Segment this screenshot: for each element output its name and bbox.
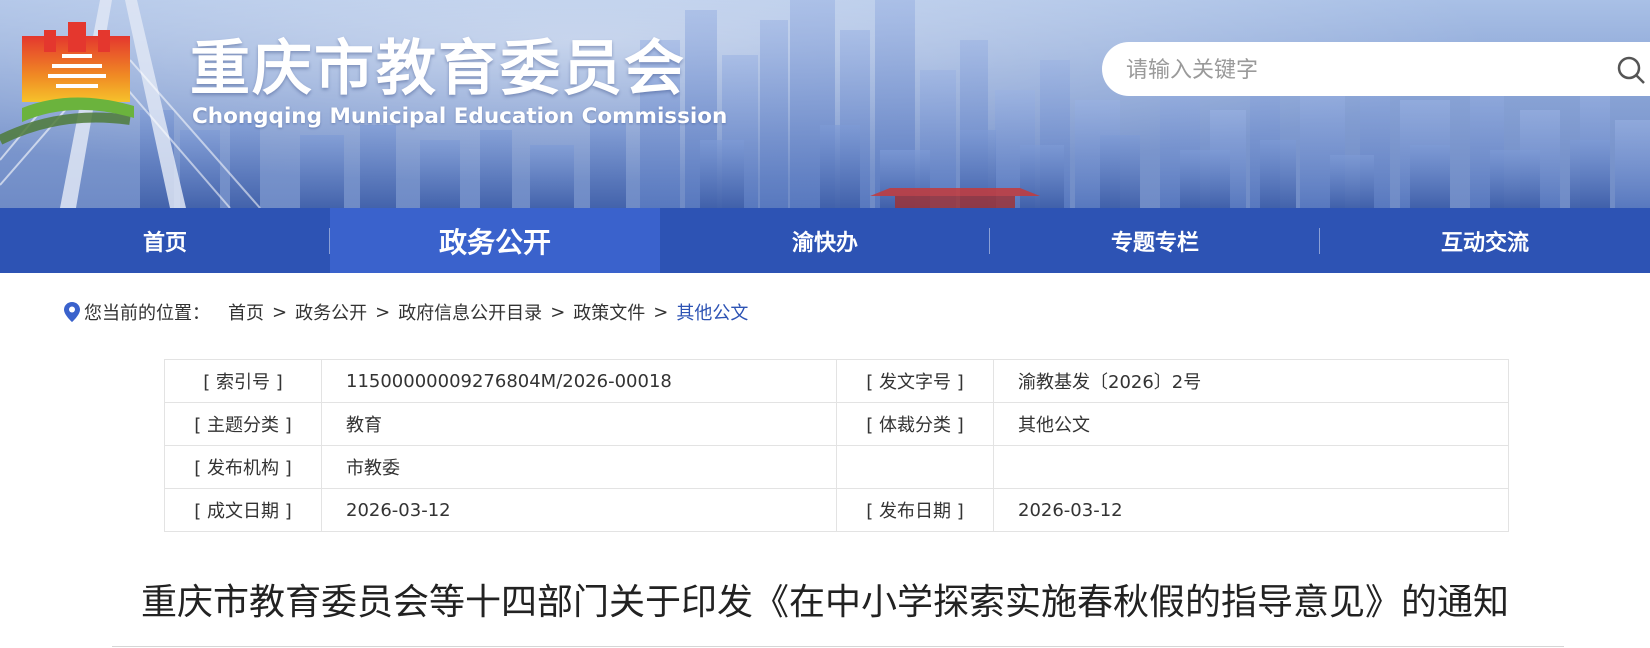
site-title: 重庆市教育委员会 bbox=[190, 34, 686, 104]
meta-value: 市教委 bbox=[321, 445, 837, 489]
meta-label: [ 主题分类 ] bbox=[164, 402, 322, 446]
breadcrumb-separator: > bbox=[653, 301, 669, 323]
nav-item-label: 首页 bbox=[142, 230, 187, 256]
meta-value: 2026-03-12 bbox=[321, 488, 837, 532]
search-input[interactable] bbox=[1124, 42, 1598, 98]
table-row: [ 成文日期 ] 2026-03-12 [ 发布日期 ] 2026-03-12 bbox=[164, 488, 1509, 532]
nav-item-label: 专题专栏 bbox=[1110, 230, 1199, 256]
meta-label: [ 发文字号 ] bbox=[836, 359, 994, 403]
article-title: 重庆市教育委员会等十四部门关于印发《在中小学探索实施春秋假的指导意见》的通知 bbox=[140, 582, 1509, 623]
table-row: [ 发布机构 ] 市教委 bbox=[164, 445, 1509, 489]
meta-value bbox=[993, 445, 1509, 489]
header-banner: 重庆市教育委员会 Chongqing Municipal Education C… bbox=[0, 0, 1650, 208]
meta-value: 11500000009276804M/2026-00018 bbox=[321, 359, 837, 403]
document-meta-table: [ 索引号 ] 11500000009276804M/2026-00018 [ … bbox=[164, 359, 1509, 532]
nav-item-home[interactable]: 首页 bbox=[0, 208, 330, 273]
breadcrumb-link-policy-documents[interactable]: 政策文件 bbox=[573, 299, 645, 325]
title-divider bbox=[112, 646, 1564, 647]
main-nav: 首页 政务公开 渝快办 专题专栏 互动交流 bbox=[0, 208, 1650, 273]
meta-label bbox=[836, 445, 994, 489]
table-row: [ 主题分类 ] 教育 [ 体裁分类 ] 其他公文 bbox=[164, 402, 1509, 446]
emblem-logo-icon bbox=[22, 22, 134, 122]
location-pin-icon bbox=[64, 302, 80, 322]
breadcrumb: 您当前的位置： 首页 > 政务公开 > 政府信息公开目录 > 政策文件 > 其他… bbox=[64, 297, 748, 327]
breadcrumb-separator: > bbox=[375, 301, 391, 323]
breadcrumb-separator: > bbox=[550, 301, 566, 323]
meta-value: 其他公文 bbox=[993, 402, 1509, 446]
nav-item-label: 政务公开 bbox=[438, 225, 551, 259]
nav-item-government-affairs[interactable]: 政务公开 bbox=[330, 208, 660, 273]
meta-label: [ 体裁分类 ] bbox=[836, 402, 994, 446]
breadcrumb-link-home[interactable]: 首页 bbox=[228, 299, 264, 325]
nav-item-interaction[interactable]: 互动交流 bbox=[1320, 208, 1650, 273]
meta-label: [ 发布机构 ] bbox=[164, 445, 322, 489]
breadcrumb-link-info-directory[interactable]: 政府信息公开目录 bbox=[398, 299, 542, 325]
site-title-english: Chongqing Municipal Education Commission bbox=[192, 104, 728, 129]
breadcrumb-link-government-affairs[interactable]: 政务公开 bbox=[295, 299, 367, 325]
meta-value: 2026-03-12 bbox=[993, 488, 1509, 532]
breadcrumb-prefix: 您当前的位置： bbox=[84, 303, 210, 324]
search-icon[interactable] bbox=[1616, 55, 1646, 85]
nav-item-yukuaiban[interactable]: 渝快办 bbox=[660, 208, 990, 273]
nav-item-label: 互动交流 bbox=[1440, 230, 1529, 256]
meta-value: 教育 bbox=[321, 402, 837, 446]
meta-label: [ 发布日期 ] bbox=[836, 488, 994, 532]
meta-label: [ 成文日期 ] bbox=[164, 488, 322, 532]
nav-item-label: 渝快办 bbox=[791, 230, 858, 256]
meta-value: 渝教基发〔2026〕2号 bbox=[993, 359, 1509, 403]
table-row: [ 索引号 ] 11500000009276804M/2026-00018 [ … bbox=[164, 359, 1509, 403]
meta-label: [ 索引号 ] bbox=[164, 359, 322, 403]
nav-item-special-topics[interactable]: 专题专栏 bbox=[990, 208, 1320, 273]
breadcrumb-separator: > bbox=[272, 301, 288, 323]
breadcrumb-current[interactable]: 其他公文 bbox=[676, 299, 748, 325]
search-box bbox=[1102, 42, 1650, 98]
